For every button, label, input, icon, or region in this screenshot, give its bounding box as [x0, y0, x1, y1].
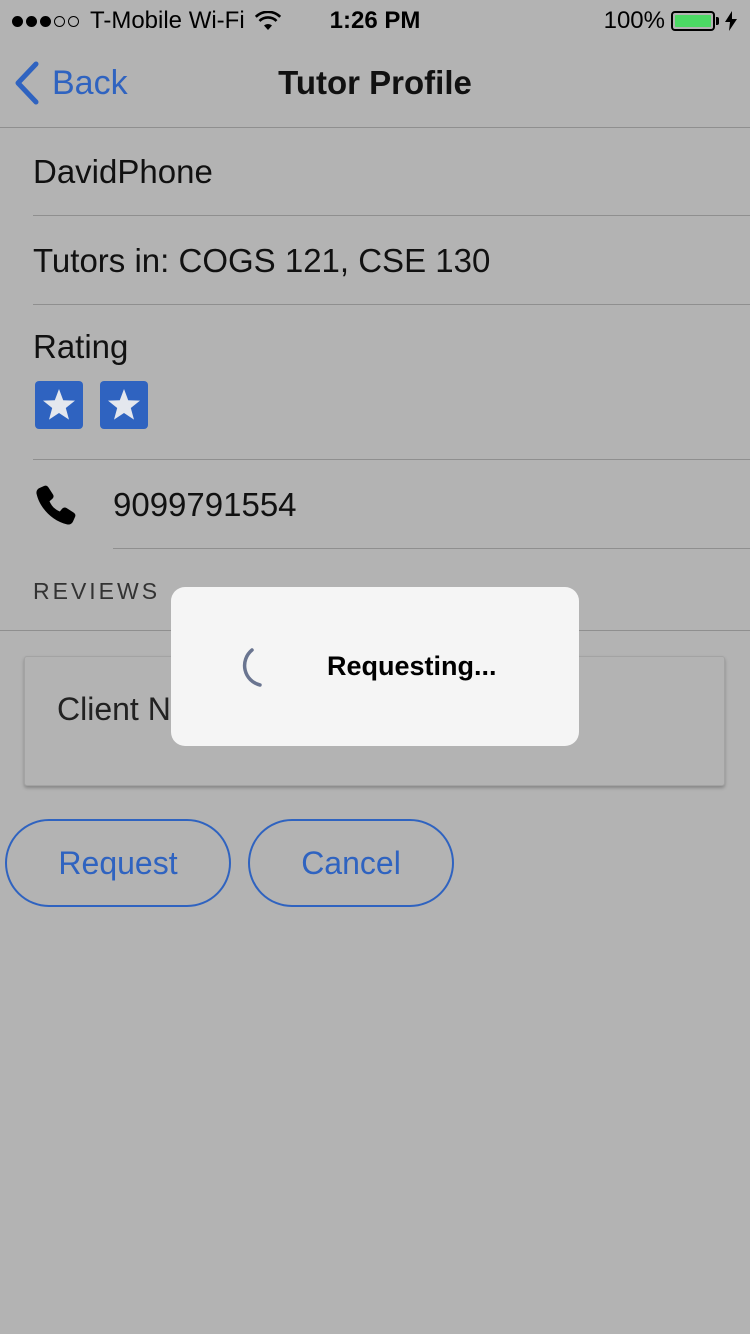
divider: [33, 215, 750, 216]
status-bar-right: 100%: [604, 7, 738, 35]
rating-label: Rating: [33, 328, 129, 365]
battery-fill: [675, 15, 711, 27]
star-icon: [100, 381, 148, 429]
divider: [113, 548, 750, 549]
page-title: Tutor Profile: [278, 64, 472, 101]
divider: [33, 304, 750, 305]
tutor-name: DavidPhone: [33, 153, 213, 190]
spinner-icon: [242, 648, 262, 687]
battery-percent: 100%: [603, 7, 665, 34]
review-client-name: Client N: [57, 691, 171, 727]
phone-icon: [36, 485, 76, 525]
divider: [33, 459, 750, 460]
cancel-button[interactable]: Cancel: [248, 819, 454, 907]
tutor-courses: Tutors in: COGS 121, CSE 130: [33, 242, 491, 279]
request-button[interactable]: Request: [5, 819, 231, 907]
star-rating: [35, 381, 165, 429]
status-bar: T-Mobile Wi-Fi 1:26 PM 100%: [0, 0, 750, 40]
loading-message: Requesting...: [327, 651, 497, 681]
reviews-section-header: REVIEWS: [33, 578, 161, 604]
phone-number[interactable]: 9099791554: [113, 486, 297, 524]
bolt-icon: [725, 11, 737, 31]
navigation-bar: Back Tutor Profile: [0, 40, 750, 128]
battery-icon: [671, 11, 719, 31]
star-icon: [35, 381, 83, 429]
